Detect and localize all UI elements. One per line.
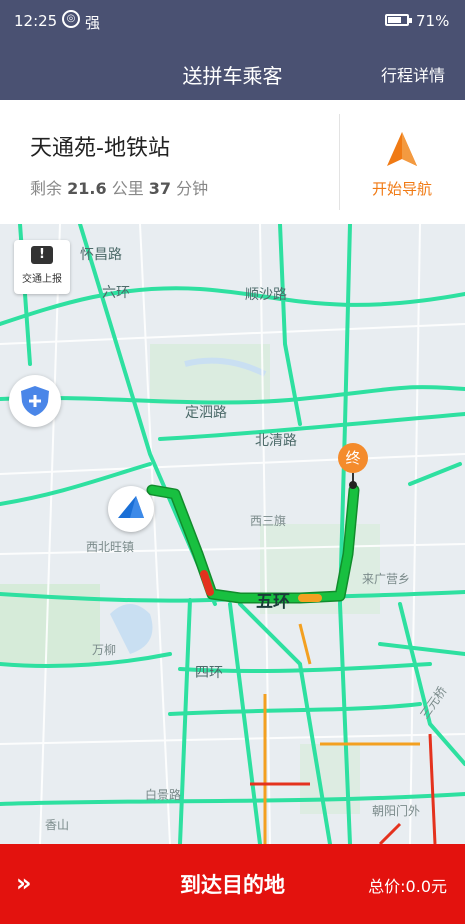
status-time: 12:25 [14,12,58,30]
card-divider [339,114,340,210]
road-label: 北清路 [255,433,297,449]
safety-shield-button[interactable] [9,375,61,427]
time-value: 37 [148,179,172,198]
signal-strength-label: 强 [85,14,101,32]
end-marker-label: 终 [338,443,368,473]
area-label: 朝阳门外 [372,804,421,818]
road-label: 四环 [195,665,223,681]
road-label: 六环 [102,285,130,301]
area-label: 西三旗 [250,514,287,528]
destination-name: 天通苑-地铁站 [30,136,170,161]
road-label: 五环 [256,592,290,612]
traffic-report-button[interactable]: ! 交通上报 [14,240,70,294]
start-navigation-button[interactable]: 开始导航 [342,114,462,214]
alert-icon: ! [31,246,53,264]
time-unit: 分钟 [176,179,209,198]
remaining-info: 剩余 21.6 公里 37 分钟 [30,175,208,199]
road-label: 怀昌路 [80,247,122,263]
arrive-bar[interactable]: » 到达目的地 总价:0.0元 [0,844,465,924]
area-label: 万柳 [92,643,117,657]
destination-marker: 终 [336,443,372,489]
area-label: 西北旺镇 [86,540,135,554]
road-label: 顺沙路 [245,287,287,303]
top-bar: 12:25 ◎ 强 71% 送拼车乘客 行程详情 [0,0,465,100]
distance-value: 21.6 [67,179,107,198]
road-label: 定泗路 [185,405,227,421]
distance-unit: 公里 [111,179,144,198]
remaining-prefix: 剩余 [30,179,63,198]
vehicle-location-marker [108,486,154,532]
total-price: 总价:0.0元 [368,877,447,896]
battery-percent: 71% [416,12,450,30]
vehicle-arrow-icon [118,496,144,518]
status-bar: 12:25 ◎ 强 71% [0,0,465,42]
area-label: 香山 [45,818,70,832]
wifi-icon: ◎ [62,10,80,28]
destination-card: 天通苑-地铁站 剩余 21.6 公里 37 分钟 开始导航 [0,100,465,224]
area-label: 白景路 [145,788,182,802]
shield-plus-icon [21,386,49,416]
area-label: 来广营乡 [362,572,411,586]
map-view[interactable]: ! 交通上报 终 怀昌路 六环 顺沙路 定泗路 北清路 西三旗 西北旺镇 五环 … [0,224,465,844]
map-canvas[interactable] [0,224,465,844]
battery-icon [385,14,412,26]
start-navigation-label: 开始导航 [371,180,432,198]
traffic-report-label: 交通上报 [22,274,62,285]
trip-detail-link[interactable]: 行程详情 [381,62,445,86]
navigation-arrow-icon [387,132,417,166]
